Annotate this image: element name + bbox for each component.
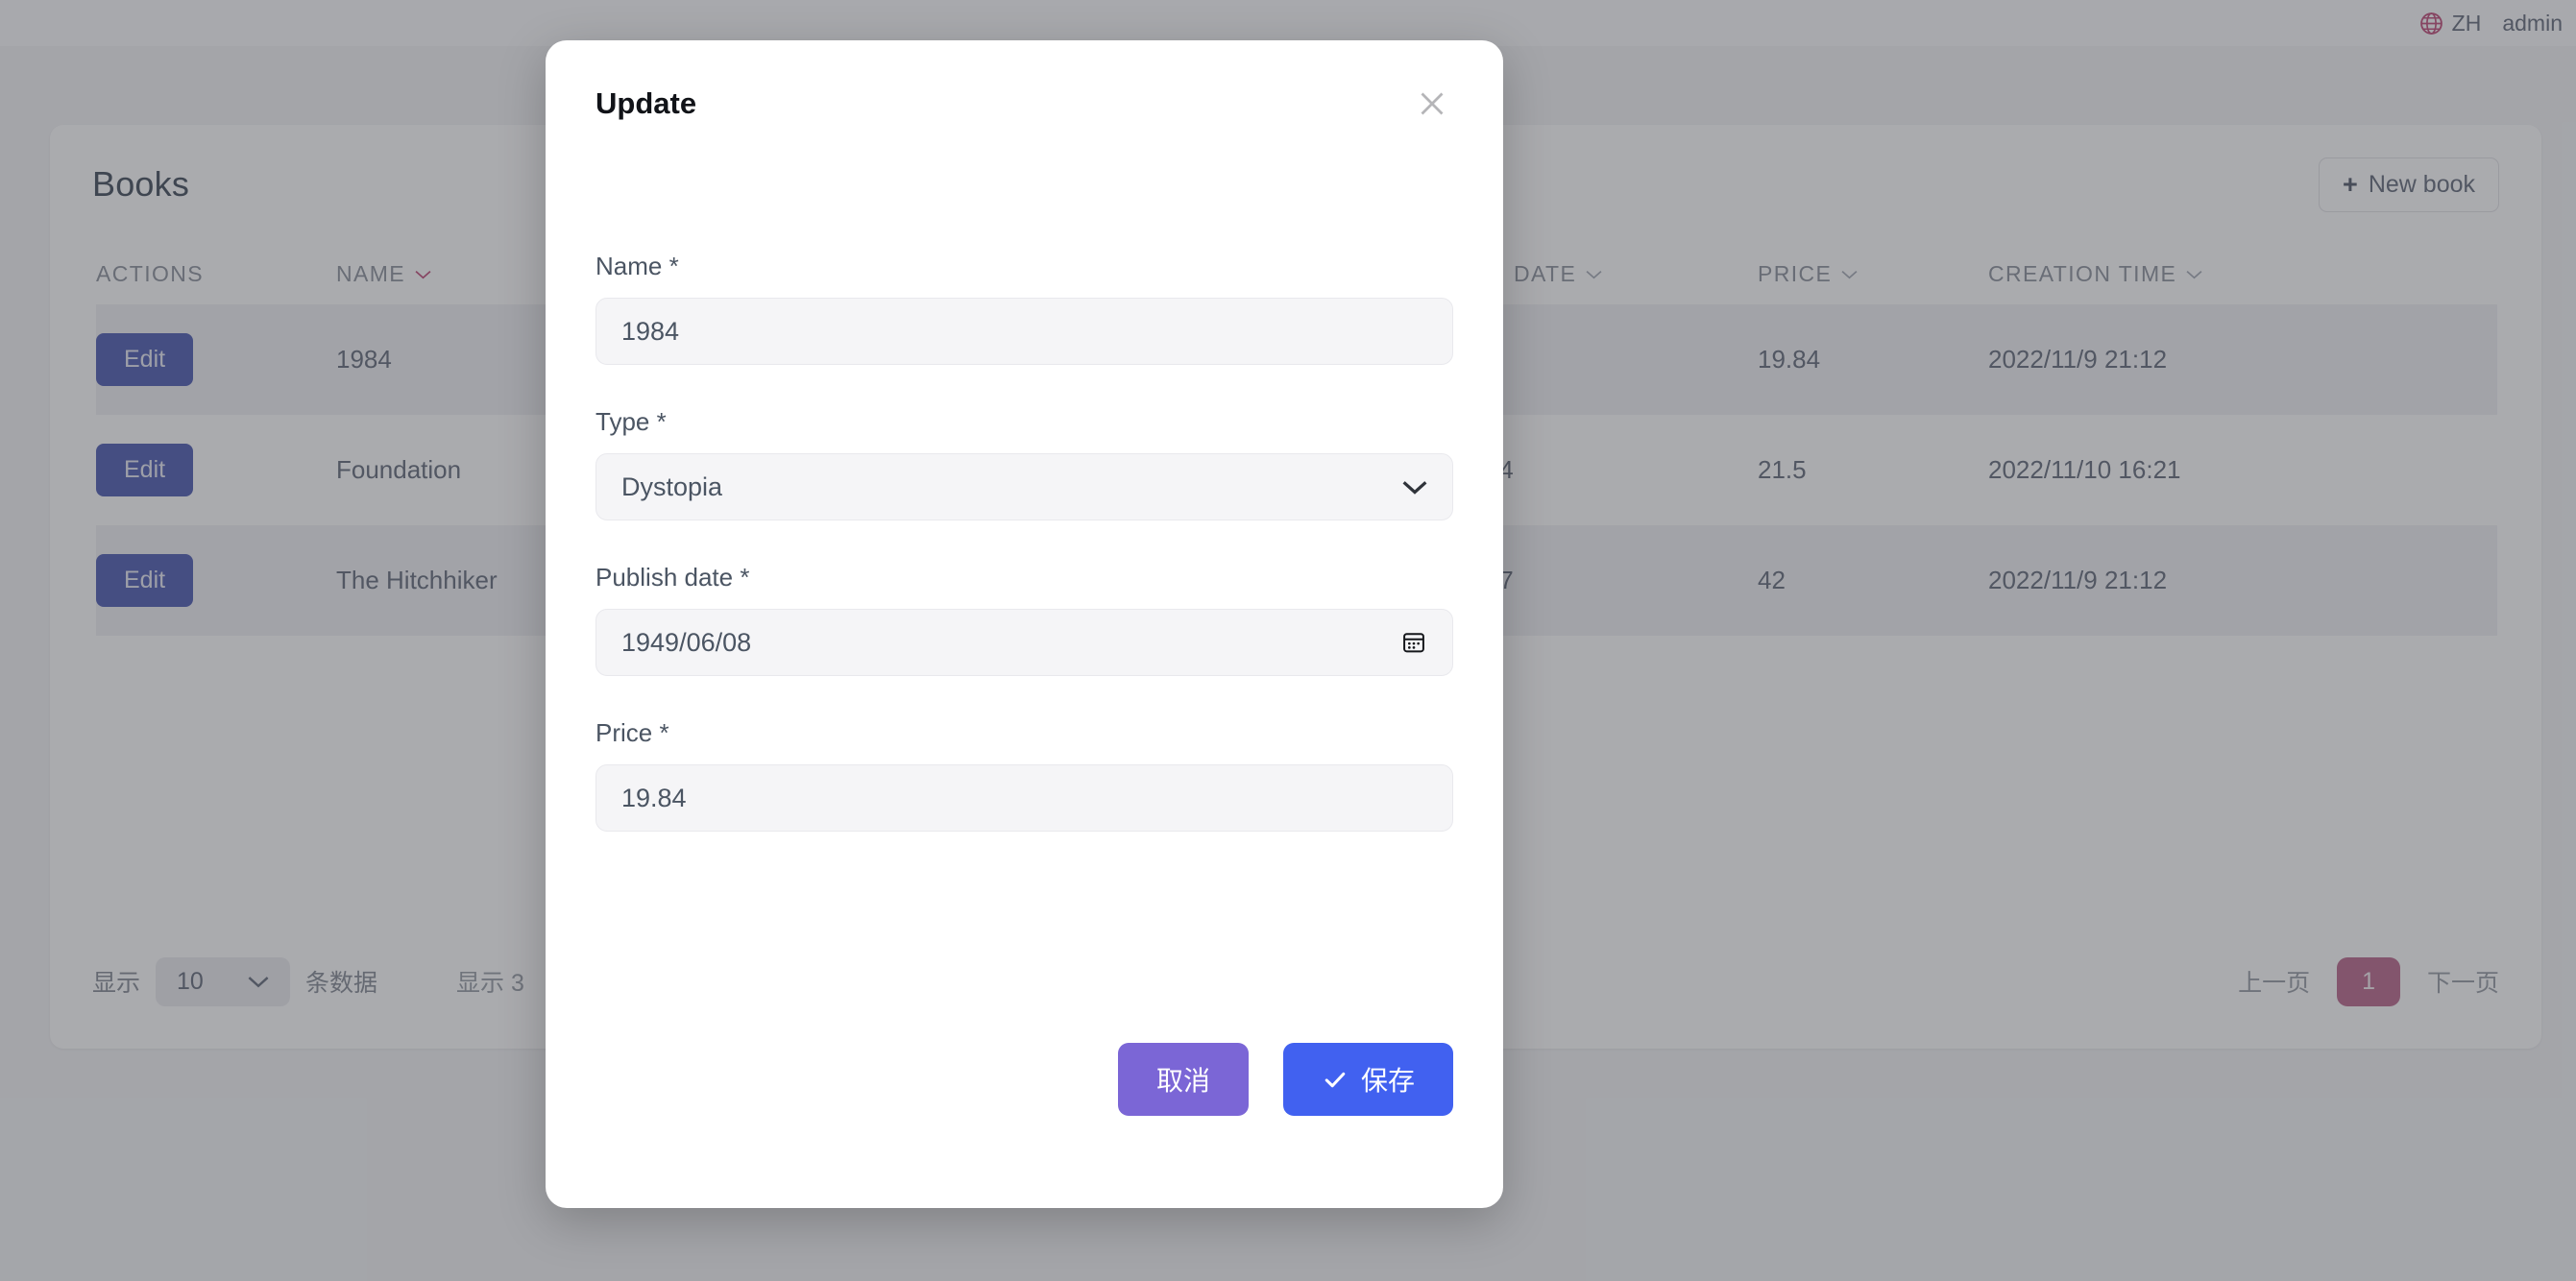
save-button[interactable]: 保存 [1283, 1043, 1453, 1116]
type-select[interactable]: Dystopia [595, 453, 1453, 520]
type-select-value: Dystopia [621, 472, 1402, 502]
name-input[interactable]: 1984 [595, 298, 1453, 365]
field-publish-date: Publish date * 1949/06/08 [595, 563, 1453, 676]
calendar-icon[interactable] [1400, 629, 1427, 656]
cancel-label: 取消 [1156, 1060, 1210, 1099]
close-button[interactable] [1411, 83, 1453, 125]
price-input[interactable]: 19.84 [595, 764, 1453, 832]
price-input-value: 19.84 [621, 784, 1427, 813]
publish-date-input[interactable]: 1949/06/08 [595, 609, 1453, 676]
check-icon [1322, 1066, 1349, 1093]
field-name: Name * 1984 [595, 252, 1453, 365]
update-book-dialog: Update Name * 1984 Type * Dystopia [546, 40, 1503, 1208]
dialog-form: Name * 1984 Type * Dystopia Publish date… [546, 125, 1503, 874]
chevron-down-icon [1402, 480, 1427, 495]
field-label-type: Type * [595, 407, 1453, 437]
field-type: Type * Dystopia [595, 407, 1453, 520]
name-input-value: 1984 [621, 317, 1427, 347]
field-label-publish-date: Publish date * [595, 563, 1453, 592]
close-icon [1415, 86, 1449, 121]
dialog-footer: 取消 保存 [546, 1043, 1503, 1208]
field-label-name: Name * [595, 252, 1453, 281]
cancel-button[interactable]: 取消 [1118, 1043, 1249, 1116]
field-label-price: Price * [595, 718, 1453, 748]
field-price: Price * 19.84 [595, 718, 1453, 832]
dialog-title: Update [595, 86, 696, 121]
publish-date-value: 1949/06/08 [621, 628, 1400, 658]
save-label: 保存 [1361, 1060, 1415, 1099]
dialog-header: Update [546, 40, 1503, 125]
